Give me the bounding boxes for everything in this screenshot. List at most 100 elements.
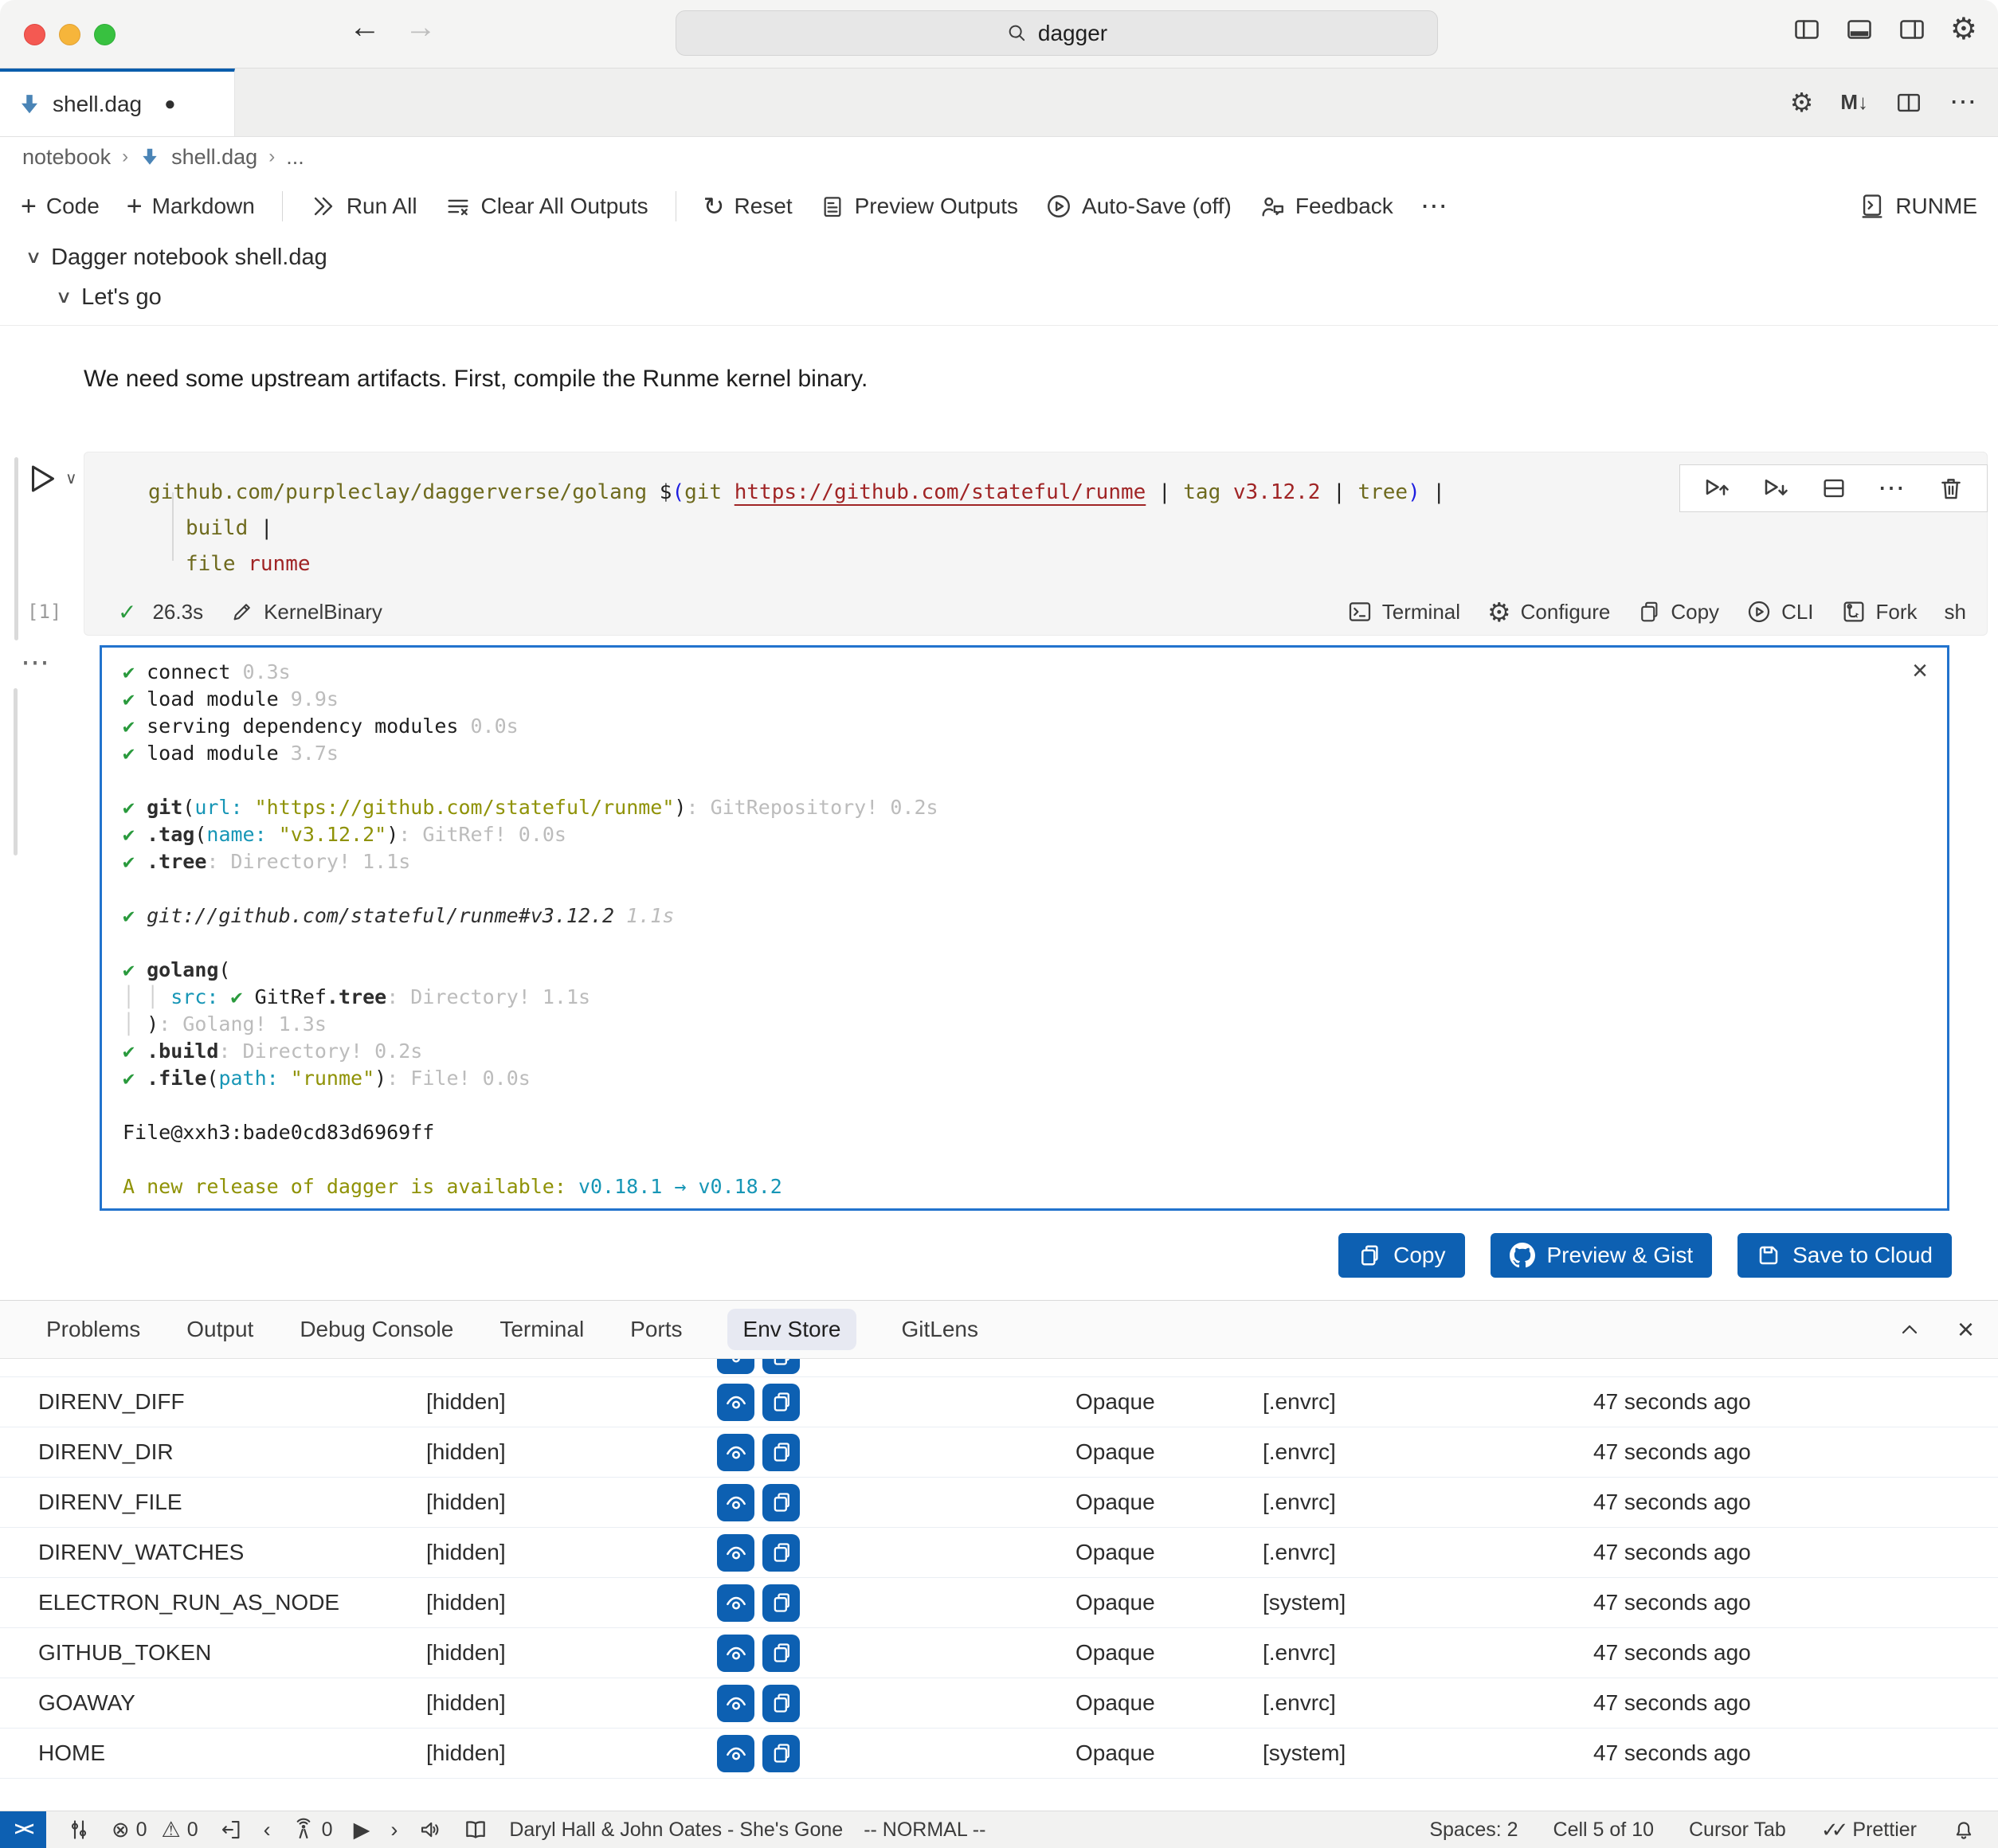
reveal-value-icon[interactable] [717,1434,754,1471]
toggle-secondary-sidebar-icon[interactable] [1898,15,1926,44]
split-cell-icon[interactable] [1820,475,1847,502]
forward-arrow-button[interactable]: → [405,10,437,45]
settings-gear-icon[interactable]: ⚙ [1950,14,1977,45]
runme-button[interactable]: RUNME [1859,193,1977,220]
copy-value-icon[interactable] [762,1685,800,1722]
cell-language-label[interactable]: sh [1945,600,1966,624]
errors-indicator[interactable]: ⊗ 0 ⚠ 0 [112,1819,198,1842]
copy-value-icon[interactable] [762,1534,800,1572]
table-row[interactable]: GOAWAY [hidden] Opaque [.envrc] 47 secon… [0,1678,1998,1728]
table-row[interactable]: DIRENV_DIR [hidden] Opaque [.envrc] 47 s… [0,1427,1998,1477]
preview-gist-button[interactable]: Preview & Gist [1491,1233,1713,1278]
panel-tab-env-store[interactable]: Env Store [727,1309,857,1350]
cell-position-indicator[interactable]: Cell 5 of 10 [1553,1819,1654,1842]
delete-cell-icon[interactable] [1937,475,1965,502]
terminal-action[interactable]: Terminal [1347,599,1460,624]
cell-more-actions-icon[interactable]: ⋯ [1878,480,1907,496]
cursor-tab-indicator[interactable]: Cursor Tab [1689,1819,1786,1842]
modified-dot-icon[interactable]: ● [164,93,176,116]
execute-above-icon[interactable] [1702,474,1731,503]
cell-name-item[interactable]: KernelBinary [230,600,382,624]
reveal-value-icon[interactable] [717,1484,754,1521]
panel-tab-debug-console[interactable]: Debug Console [298,1309,455,1350]
notifications-bell-icon[interactable] [1952,1818,1976,1842]
reveal-value-icon[interactable] [717,1384,754,1421]
kernel-picker-icon[interactable] [67,1818,91,1842]
collapse-output-icon[interactable]: ⋯ [21,645,51,679]
table-row[interactable]: GITHUB_TOKEN [hidden] Opaque [.envrc] 47… [0,1627,1998,1678]
minimize-window-button[interactable] [59,24,80,45]
output-box[interactable]: × ✔ connect 0.3s✔ load module 9.9s✔ serv… [100,645,1949,1211]
outline-item-lets-go[interactable]: ∨ Let's go [0,277,1998,317]
execute-below-icon[interactable] [1761,474,1790,503]
zoom-window-button[interactable] [94,24,116,45]
panel-tab-problems[interactable]: Problems [45,1309,142,1350]
add-code-button[interactable]: + Code [21,193,100,220]
copy-action[interactable]: Copy [1637,600,1719,624]
breadcrumb-more[interactable]: ... [286,145,304,170]
reveal-value-icon[interactable] [717,1359,754,1374]
copy-value-icon[interactable] [762,1359,800,1374]
add-markdown-button[interactable]: + Markdown [127,193,255,220]
command-center-search[interactable]: dagger [676,10,1438,56]
table-row[interactable]: HOME [hidden] Opaque [system] 47 seconds… [0,1728,1998,1778]
reveal-value-icon[interactable] [717,1584,754,1622]
close-panel-icon[interactable]: × [1957,1315,1974,1344]
clear-all-outputs-button[interactable]: Clear All Outputs [445,193,648,220]
reading-mode-icon[interactable] [463,1817,488,1842]
reset-button[interactable]: ↻ Reset [703,194,793,219]
sign-out-icon[interactable] [219,1818,243,1842]
table-row[interactable]: DIRENV_DIFF [hidden] Opaque [.envrc] 47 … [0,1376,1998,1427]
remote-indicator[interactable]: >< [0,1811,46,1848]
breadcrumb-file[interactable]: shell.dag [171,145,257,170]
more-actions-icon[interactable]: ⋯ [1949,94,1979,110]
table-row[interactable]: ELECTRON_RUN_AS_NODE [hidden] Opaque [sy… [0,1577,1998,1627]
formatter-indicator[interactable]: ✓✓ Prettier [1821,1818,1917,1842]
panel-tab-ports[interactable]: Ports [629,1309,684,1350]
feedback-button[interactable]: Feedback [1259,193,1393,220]
preview-outputs-button[interactable]: Preview Outputs [820,194,1018,219]
table-row[interactable]: DIRENV_WATCHES [hidden] Opaque [.envrc] … [0,1527,1998,1577]
toolbar-more-icon[interactable]: ⋯ [1420,198,1450,214]
previous-track-icon[interactable]: ‹ [264,1819,271,1841]
now-playing-track[interactable]: Daryl Hall & John Oates - She's Gone [509,1819,843,1842]
copy-value-icon[interactable] [762,1735,800,1772]
run-cell-button[interactable]: ∨ [24,460,77,497]
run-all-button[interactable]: Run All [310,193,417,220]
configure-action[interactable]: ⚙ Configure [1487,599,1610,625]
table-row[interactable]: DIRENV_FILE [hidden] Opaque [.envrc] 47 … [0,1477,1998,1527]
close-window-button[interactable] [24,24,45,45]
reveal-value-icon[interactable] [717,1735,754,1772]
copy-value-icon[interactable] [762,1635,800,1672]
next-track-icon[interactable]: › [390,1819,398,1841]
back-arrow-button[interactable]: ← [349,10,381,45]
tab-shell-dag[interactable]: shell.dag ● [0,69,235,136]
toggle-panel-icon[interactable] [1845,15,1874,44]
table-row-partial[interactable] [0,1359,1998,1376]
reveal-value-icon[interactable] [717,1534,754,1572]
fork-action[interactable]: Fork [1841,599,1918,624]
play-icon[interactable]: ▶ [354,1819,370,1841]
table-row[interactable]: HOMEBREW_CELLAR [hidden] Opaque [system]… [0,1778,1998,1782]
save-to-cloud-button[interactable]: Save to Cloud [1737,1233,1952,1278]
panel-tab-gitlens[interactable]: GitLens [899,1309,980,1350]
broadcast-indicator[interactable]: 0 [292,1818,333,1842]
indentation-indicator[interactable]: Spaces: 2 [1429,1819,1518,1842]
markdown-toggle-icon[interactable]: M↓ [1840,90,1868,115]
copy-output-button[interactable]: Copy [1338,1233,1464,1278]
copy-value-icon[interactable] [762,1384,800,1421]
reveal-value-icon[interactable] [717,1635,754,1672]
panel-tab-output[interactable]: Output [185,1309,255,1350]
split-editor-icon[interactable] [1895,89,1922,116]
chevron-down-icon[interactable]: ∨ [65,468,77,488]
maximize-panel-icon[interactable] [1897,1317,1922,1342]
copy-value-icon[interactable] [762,1484,800,1521]
vim-mode-indicator[interactable]: -- NORMAL -- [864,1819,985,1842]
autosave-toggle[interactable]: Auto-Save (off) [1045,193,1232,220]
copy-value-icon[interactable] [762,1584,800,1622]
panel-tab-terminal[interactable]: Terminal [498,1309,586,1350]
cli-action[interactable]: CLI [1746,599,1813,624]
volume-icon[interactable] [418,1818,442,1842]
toggle-sidebar-icon[interactable] [1792,15,1821,44]
breadcrumb-notebook[interactable]: notebook [22,145,111,170]
